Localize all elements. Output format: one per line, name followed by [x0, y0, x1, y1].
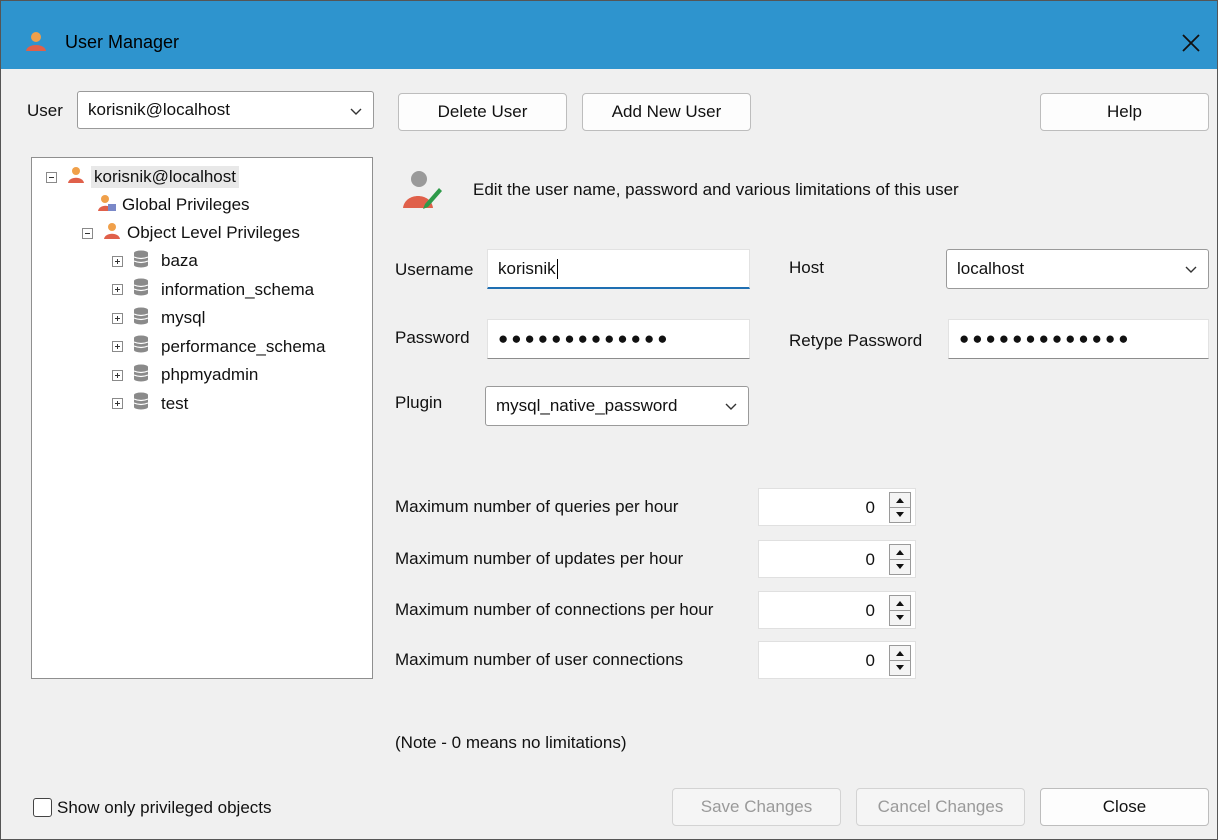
title-bar: User Manager — [1, 1, 1217, 69]
limit-label: Maximum number of connections per hour — [395, 600, 714, 619]
spin-up-icon[interactable] — [889, 645, 911, 661]
plugin-label: Plugin — [395, 393, 443, 412]
limit-spinner[interactable]: 0 — [758, 488, 916, 526]
username-value: korisnik — [498, 258, 556, 278]
retype-password-field[interactable]: ●●●●●●●●●●●●● — [948, 319, 1209, 359]
database-icon — [133, 278, 149, 301]
close-icon[interactable] — [1173, 25, 1209, 61]
database-icon — [133, 335, 149, 358]
host-label: Host — [789, 258, 824, 277]
password-value: ●●●●●●●●●●●●● — [498, 329, 671, 348]
tree-node-root[interactable]: korisnik@localhost — [46, 164, 239, 190]
limit-value: 0 — [865, 498, 875, 517]
host-value: localhost — [957, 259, 1025, 278]
save-changes-button[interactable]: Save Changes — [672, 788, 841, 826]
database-icon — [133, 307, 149, 330]
privileges-tree: korisnik@localhost Global Privileges Obj… — [31, 157, 373, 679]
user-icon — [67, 166, 85, 189]
password-field[interactable]: ●●●●●●●●●●●●● — [487, 319, 750, 359]
password-label: Password — [395, 328, 470, 347]
show-privileged-label: Show only privileged objects — [57, 798, 272, 817]
tree-label-global: Global Privileges — [122, 195, 250, 214]
plugin-value: mysql_native_password — [496, 396, 678, 415]
limit-spinner[interactable]: 0 — [758, 641, 916, 679]
window-title: User Manager — [65, 32, 180, 52]
spin-buttons — [889, 492, 911, 524]
limit-value: 0 — [865, 550, 875, 569]
tree-node-database[interactable]: phpmyadmin — [112, 362, 258, 388]
database-icon — [133, 364, 149, 387]
limit-spinner[interactable]: 0 — [758, 540, 916, 578]
database-label: mysql — [161, 308, 206, 327]
expand-icon[interactable] — [112, 398, 123, 409]
expand-icon[interactable] — [112, 341, 123, 352]
database-label: test — [161, 393, 189, 413]
plugin-select[interactable]: mysql_native_password — [485, 386, 749, 426]
chevron-down-icon — [1184, 261, 1198, 281]
add-new-user-button[interactable]: Add New User — [582, 93, 751, 131]
limit-value: 0 — [865, 601, 875, 620]
user-icon — [103, 222, 121, 245]
cancel-changes-button[interactable]: Cancel Changes — [856, 788, 1025, 826]
edit-user-icon — [401, 168, 443, 215]
database-label: performance_schema — [161, 336, 326, 356]
limits-note: (Note - 0 means no limitations) — [395, 733, 627, 752]
limit-label: Maximum number of user connections — [395, 650, 684, 669]
spin-up-icon[interactable] — [889, 544, 911, 560]
user-select[interactable]: korisnik@localhost — [77, 91, 374, 129]
spin-buttons — [889, 645, 911, 677]
host-select[interactable]: localhost — [946, 249, 1209, 289]
spin-down-icon[interactable] — [889, 507, 911, 523]
database-label: baza — [161, 251, 198, 270]
show-privileged-checkbox[interactable] — [33, 798, 52, 817]
database-icon — [133, 250, 149, 273]
retype-password-value: ●●●●●●●●●●●●● — [959, 329, 1132, 348]
tree-node-database[interactable]: performance_schema — [112, 334, 325, 360]
expand-icon[interactable] — [112, 312, 123, 324]
tree-node-database[interactable]: mysql — [112, 305, 205, 331]
expand-icon[interactable] — [112, 369, 123, 381]
collapse-icon[interactable] — [46, 171, 57, 183]
tree-node-database[interactable]: information_schema — [112, 277, 314, 303]
limit-spinner[interactable]: 0 — [758, 591, 916, 629]
limit-value: 0 — [865, 651, 875, 670]
tree-node-database[interactable]: test — [112, 391, 188, 417]
chevron-down-icon — [349, 103, 363, 123]
database-label: information_schema — [161, 279, 315, 299]
user-label: User — [27, 101, 63, 120]
user-select-value: korisnik@localhost — [88, 100, 230, 119]
user-manager-window: User Manager User korisnik@localhost Del… — [0, 0, 1218, 840]
user-icon — [25, 31, 47, 56]
delete-user-button[interactable]: Delete User — [398, 93, 567, 131]
spin-up-icon[interactable] — [889, 492, 911, 508]
collapse-icon[interactable] — [82, 227, 93, 239]
tree-label-root: korisnik@localhost — [91, 166, 239, 188]
chevron-down-icon — [724, 398, 738, 418]
limit-label: Maximum number of queries per hour — [395, 497, 679, 516]
tree-node-database[interactable]: baza — [112, 248, 198, 274]
expand-icon[interactable] — [112, 255, 123, 267]
spin-down-icon[interactable] — [889, 610, 911, 626]
spin-down-icon[interactable] — [889, 660, 911, 676]
text-cursor — [556, 258, 558, 279]
form-description: Edit the user name, password and various… — [473, 180, 959, 199]
tree-label-object-level: Object Level Privileges — [127, 223, 300, 242]
tree-node-global-privileges[interactable]: Global Privileges — [98, 192, 250, 218]
expand-icon[interactable] — [112, 284, 123, 295]
close-button[interactable]: Close — [1040, 788, 1209, 826]
database-icon — [133, 392, 149, 415]
spin-up-icon[interactable] — [889, 595, 911, 611]
spin-buttons — [889, 544, 911, 576]
database-label: phpmyadmin — [161, 365, 259, 384]
spin-buttons — [889, 595, 911, 627]
tree-node-object-level[interactable]: Object Level Privileges — [82, 220, 300, 246]
limit-label: Maximum number of updates per hour — [395, 549, 684, 568]
help-button[interactable]: Help — [1040, 93, 1209, 131]
global-privileges-icon — [98, 194, 116, 217]
username-field[interactable]: korisnik — [487, 249, 750, 289]
username-label: Username — [395, 260, 474, 279]
spin-down-icon[interactable] — [889, 559, 911, 575]
retype-password-label: Retype Password — [789, 331, 923, 350]
